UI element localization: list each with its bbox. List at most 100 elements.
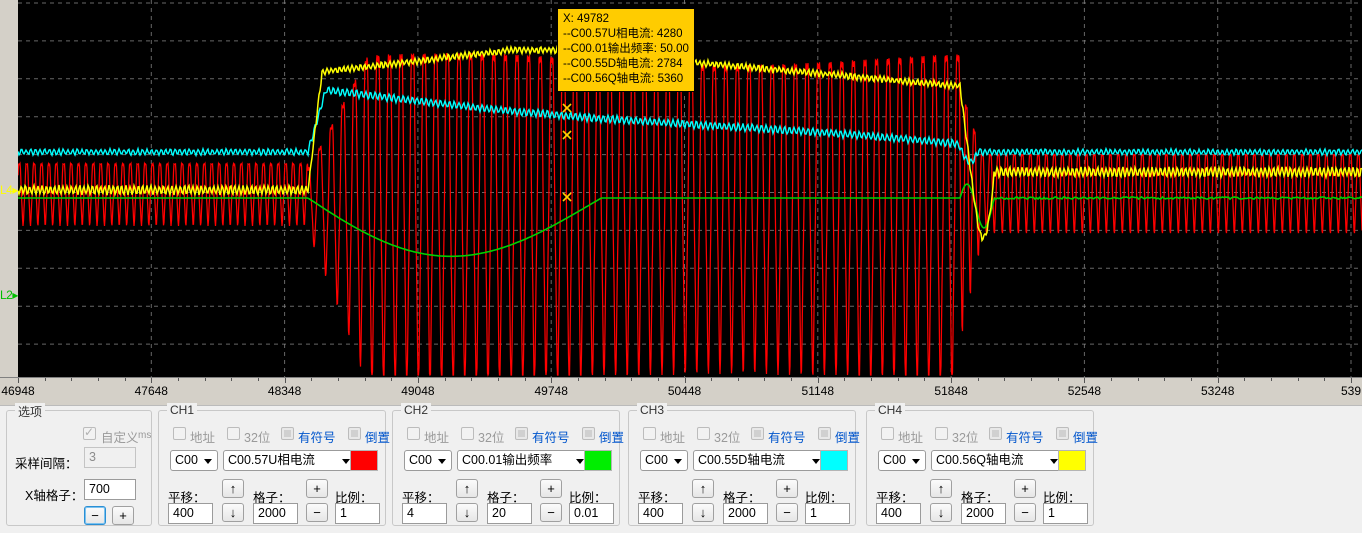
ch3-signed-checkbox[interactable] bbox=[751, 427, 764, 440]
ch2-signed-checkbox[interactable] bbox=[515, 427, 528, 440]
x-axis-tickmark bbox=[951, 378, 953, 383]
ch4-shift-down-button[interactable]: ↓ bbox=[930, 503, 952, 522]
ch1-invert-checkbox[interactable] bbox=[348, 427, 361, 440]
x-axis-minor-tick bbox=[71, 378, 73, 381]
x-axis-tickmark bbox=[817, 378, 819, 383]
x-axis-minor-tick bbox=[1031, 378, 1033, 381]
ch1-address-combo[interactable]: C00 bbox=[170, 450, 218, 471]
xgrid-plus-button[interactable]: + bbox=[112, 506, 134, 525]
ch3-shift-down-button[interactable]: ↓ bbox=[692, 503, 714, 522]
ch3-32bit-checkbox[interactable] bbox=[697, 427, 710, 440]
ch4-grid-input[interactable]: 2000 bbox=[961, 503, 1006, 524]
ch2-grid-minus-button[interactable]: − bbox=[540, 503, 562, 522]
ch3-grid-minus-button[interactable]: − bbox=[776, 503, 798, 522]
ch4-grid-minus-button[interactable]: − bbox=[1014, 503, 1036, 522]
ch2-address-combo[interactable]: C00 bbox=[404, 450, 452, 471]
x-axis-minor-tick bbox=[444, 378, 446, 381]
x-axis-minor-tick bbox=[1324, 378, 1326, 381]
x-axis-tick-label: 51148 bbox=[801, 384, 835, 398]
tooltip-x: X: 49782 bbox=[563, 13, 610, 25]
ch3-ratio-input[interactable]: 1 bbox=[805, 503, 850, 524]
ch4-addr-label: 地址 bbox=[898, 431, 924, 445]
ch3-color-swatch[interactable] bbox=[820, 450, 848, 471]
custom-ms-checkbox[interactable] bbox=[83, 425, 96, 440]
ch1-shift-down-button[interactable]: ↓ bbox=[222, 503, 244, 522]
ch2-ratio-input[interactable]: 0.01 bbox=[569, 503, 614, 524]
xgrid-input[interactable]: 700 bbox=[84, 479, 136, 500]
tooltip-row-ch2: --C00.01输出频率: 50.00 bbox=[563, 43, 689, 55]
ch2-color-swatch[interactable] bbox=[584, 450, 612, 471]
x-axis-minor-tick bbox=[791, 378, 793, 381]
x-axis-minor-tick bbox=[97, 378, 99, 381]
ch2-addr-checkbox[interactable] bbox=[407, 427, 420, 440]
x-axis-tick-label: 49748 bbox=[534, 384, 568, 398]
ch2-32bit-checkbox[interactable] bbox=[461, 427, 474, 440]
ch1-variable-combo[interactable]: C00.57U相电流 bbox=[223, 450, 356, 471]
x-axis-minor-tick bbox=[364, 378, 366, 381]
ch1-shift-input[interactable]: 400 bbox=[168, 503, 213, 524]
ch1-grid-plus-button[interactable]: + bbox=[306, 479, 328, 498]
x-axis-minor-tick bbox=[44, 378, 46, 381]
x-axis-minor-tick bbox=[977, 378, 979, 381]
x-axis-minor-tick bbox=[1271, 378, 1273, 381]
chevron-down-icon bbox=[576, 458, 584, 464]
ch2-invert-checkbox[interactable] bbox=[582, 427, 595, 440]
ch4-color-swatch[interactable] bbox=[1058, 450, 1086, 471]
ch1-grid-input[interactable]: 2000 bbox=[253, 503, 298, 524]
ch4-variable-combo[interactable]: C00.56Q轴电流 bbox=[931, 450, 1064, 471]
ch4-32bit-checkbox[interactable] bbox=[935, 427, 948, 440]
xgrid-label: X轴格子： bbox=[25, 489, 84, 503]
sample-interval-input[interactable]: 3 bbox=[84, 447, 136, 468]
tooltip-row-ch4: --C00.56Q轴电流: 5360 bbox=[563, 73, 684, 85]
edge-marker-l4[interactable]: L4▸ bbox=[0, 184, 18, 196]
x-axis-minor-tick bbox=[871, 378, 873, 381]
x-axis-minor-tick bbox=[737, 378, 739, 381]
ch2-shift-input[interactable]: 4 bbox=[402, 503, 447, 524]
ch1-legend: CH1 bbox=[167, 403, 198, 417]
ch1-invert-label: 倒置 bbox=[365, 431, 391, 445]
x-axis-minor-tick bbox=[1111, 378, 1113, 381]
ch1-color-swatch[interactable] bbox=[350, 450, 378, 471]
ch3-invert-checkbox[interactable] bbox=[818, 427, 831, 440]
ch2-legend: CH2 bbox=[401, 403, 432, 417]
ch2-variable-combo[interactable]: C00.01输出频率 bbox=[457, 450, 590, 471]
ch4-shift-up-button[interactable]: ↑ bbox=[930, 479, 952, 498]
x-axis-tickmark bbox=[284, 378, 286, 383]
ch1-ratio-input[interactable]: 1 bbox=[335, 503, 380, 524]
ch3-grid-input[interactable]: 2000 bbox=[723, 503, 768, 524]
x-axis-minor-tick bbox=[1297, 378, 1299, 381]
ch1-addr-label: 地址 bbox=[190, 431, 216, 445]
ch1-variable-value: C00.57U相电流 bbox=[228, 453, 315, 467]
ch2-shift-up-button[interactable]: ↑ bbox=[456, 479, 478, 498]
edge-marker-l2[interactable]: L2▸ bbox=[0, 289, 18, 301]
ch1-grid-minus-button[interactable]: − bbox=[306, 503, 328, 522]
ch2-grid-input[interactable]: 20 bbox=[487, 503, 532, 524]
ch1-shift-up-button[interactable]: ↑ bbox=[222, 479, 244, 498]
ch2-grid-plus-button[interactable]: + bbox=[540, 479, 562, 498]
x-axis-minor-tick bbox=[1244, 378, 1246, 381]
ch1-signed-checkbox[interactable] bbox=[281, 427, 294, 440]
ch2-addr-label: 地址 bbox=[424, 431, 450, 445]
ch4-shift-input[interactable]: 400 bbox=[876, 503, 921, 524]
ch3-shift-up-button[interactable]: ↑ bbox=[692, 479, 714, 498]
ch4-addr-checkbox[interactable] bbox=[881, 427, 894, 440]
ch3-grid-plus-button[interactable]: + bbox=[776, 479, 798, 498]
ch4-grid-plus-button[interactable]: + bbox=[1014, 479, 1036, 498]
cursor-marker-icon bbox=[562, 130, 572, 140]
ch3-addr-checkbox[interactable] bbox=[643, 427, 656, 440]
ch3-shift-input[interactable]: 400 bbox=[638, 503, 683, 524]
ch1-32bit-checkbox[interactable] bbox=[227, 427, 240, 440]
plot-area[interactable]: L4▸ L2▸ X: 49782 --C00.57U相电流: 4280 --C0… bbox=[0, 0, 1362, 378]
ch3-address-combo[interactable]: C00 bbox=[640, 450, 688, 471]
ch3-variable-combo[interactable]: C00.55D轴电流 bbox=[693, 450, 826, 471]
ch4-ratio-input[interactable]: 1 bbox=[1043, 503, 1088, 524]
ch4-signed-checkbox[interactable] bbox=[989, 427, 1002, 440]
x-axis-tick-label: 50448 bbox=[667, 384, 702, 398]
x-axis-minor-tick bbox=[177, 378, 179, 381]
ch4-invert-checkbox[interactable] bbox=[1056, 427, 1069, 440]
xgrid-minus-button[interactable]: − bbox=[84, 506, 106, 525]
ch2-shift-down-button[interactable]: ↓ bbox=[456, 503, 478, 522]
ch1-addr-checkbox[interactable] bbox=[173, 427, 186, 440]
ch4-address-combo[interactable]: C00 bbox=[878, 450, 926, 471]
x-axis-minor-tick bbox=[391, 378, 393, 381]
